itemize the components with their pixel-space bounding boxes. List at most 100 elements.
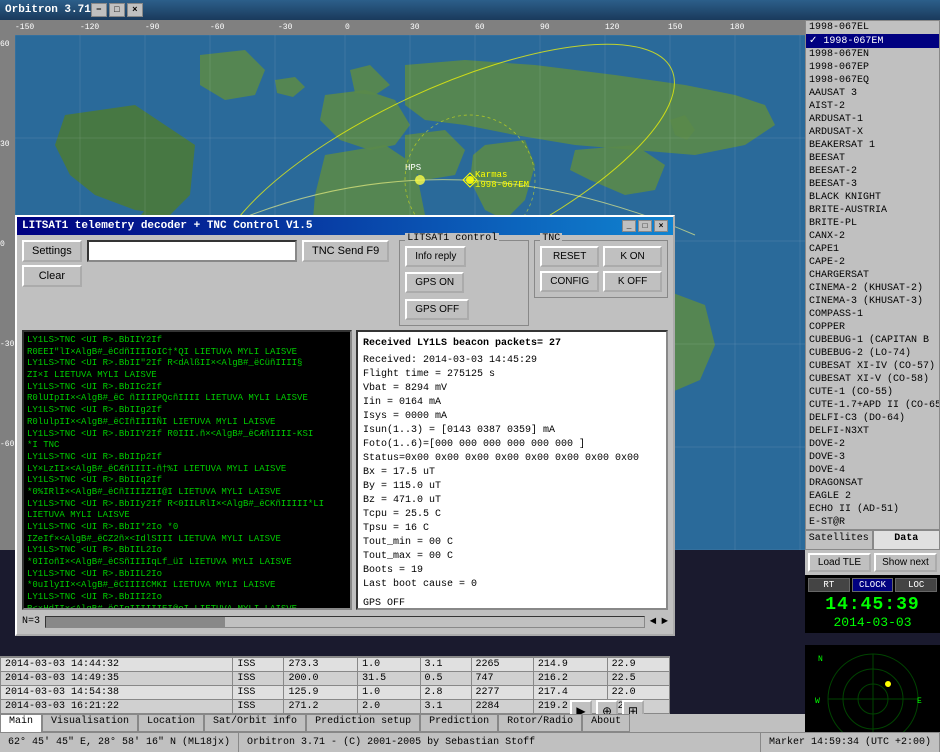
table-cell: 2.0 xyxy=(358,700,420,714)
reset-button[interactable]: RESET xyxy=(540,246,599,267)
sat-list-item[interactable]: AAUSAT 3 xyxy=(806,87,939,100)
sat-list-item[interactable]: 1998-067EQ xyxy=(806,74,939,87)
tnc-top-row: Settings Clear TNC Send F9 LITSAT1 contr… xyxy=(22,240,668,326)
maximize-button[interactable]: □ xyxy=(109,3,125,17)
tab-prediction[interactable]: Prediction xyxy=(420,714,498,732)
tab-data[interactable]: Data xyxy=(873,530,940,550)
settings-button[interactable]: Settings xyxy=(22,240,82,262)
config-button[interactable]: CONFIG xyxy=(540,271,599,292)
ruler-mark: -60 xyxy=(210,23,224,32)
ruler-mark: 90 xyxy=(540,23,550,32)
litsat-control-group: LITSAT1 control Info reply GPS ON GPS OF… xyxy=(399,240,529,326)
sat-list-item[interactable]: BEESAT-3 xyxy=(806,178,939,191)
scroll-arrow-right[interactable]: ► xyxy=(661,616,668,628)
scroll-arrow-left[interactable]: ◄ xyxy=(650,616,657,628)
sat-list-item[interactable]: BEAKERSAT 1 xyxy=(806,139,939,152)
table-cell: 0.5 xyxy=(420,672,471,686)
sat-list-item[interactable]: ECHO II (AD-51) xyxy=(806,503,939,516)
sat-list-item[interactable]: DOVE-3 xyxy=(806,451,939,464)
sat-list-item[interactable]: CAPE1 xyxy=(806,243,939,256)
show-next-button[interactable]: Show next xyxy=(874,553,937,572)
tab-sat-orbit-info[interactable]: Sat/Orbit info xyxy=(204,714,306,732)
sat-list-item[interactable]: CUBEBUG-2 (LO-74) xyxy=(806,347,939,360)
dialog-minimize[interactable]: _ xyxy=(622,220,636,232)
sat-list-item[interactable]: CAPE-2 xyxy=(806,256,939,269)
gps-off-button[interactable]: GPS OFF xyxy=(405,299,469,320)
sat-list-item[interactable]: COPPER xyxy=(806,321,939,334)
sat-list-item[interactable]: CANX-2 xyxy=(806,230,939,243)
sat-list-item[interactable]: ARDUSAT-X xyxy=(806,126,939,139)
svg-text:E: E xyxy=(917,697,922,706)
tab-main[interactable]: Main xyxy=(0,714,42,732)
sat-list-item[interactable]: 1998-067EL xyxy=(806,21,939,34)
table-cell: 22.5 xyxy=(607,672,669,686)
table-cell: 200.0 xyxy=(284,672,358,686)
tab-rt[interactable]: RT xyxy=(808,578,850,592)
sat-list-item[interactable]: AIST-2 xyxy=(806,100,939,113)
sat-list-item[interactable]: DELFI-N3XT xyxy=(806,425,939,438)
table-cell: 216.2 xyxy=(533,672,607,686)
ruler-mark: 0 xyxy=(345,23,350,32)
dialog-close[interactable]: × xyxy=(654,220,668,232)
minimize-button[interactable]: − xyxy=(91,3,107,17)
k-off-button[interactable]: K OFF xyxy=(603,271,662,292)
sat-list-item[interactable]: CUBESAT XI-IV (CO-57) xyxy=(806,360,939,373)
sat-list-item[interactable]: CUTE-1 (CO-55) xyxy=(806,386,939,399)
tab-loc[interactable]: LOC xyxy=(895,578,937,592)
load-tle-button[interactable]: Load TLE xyxy=(808,553,871,572)
table-row[interactable]: 2014-03-03 14:44:32ISS273.31.03.12265214… xyxy=(1,658,670,672)
tnc-send-button[interactable]: TNC Send F9 xyxy=(302,240,389,262)
table-cell: 3.1 xyxy=(420,700,471,714)
sat-list-item[interactable]: 1998-067EN xyxy=(806,48,939,61)
window-buttons: − □ × xyxy=(91,3,143,17)
svg-text:HPS: HPS xyxy=(405,163,421,173)
sat-list-item[interactable]: ARDUSAT-1 xyxy=(806,113,939,126)
top-ruler: -150 -120 -90 -60 -30 0 30 60 90 120 150… xyxy=(0,20,805,35)
ruler-mark: -90 xyxy=(145,23,159,32)
sat-list-item[interactable]: EAGLE 2 xyxy=(806,490,939,503)
satellite-list[interactable]: 1998-067EL ✓ 1998-067EM 1998-067EN 1998-… xyxy=(805,20,940,530)
sat-list-item[interactable]: E-ST@R xyxy=(806,516,939,529)
sat-list-item[interactable]: DOVE-4 xyxy=(806,464,939,477)
table-row[interactable]: 2014-03-03 14:54:38ISS125.91.02.82277217… xyxy=(1,686,670,700)
ruler-mark: -30 xyxy=(278,23,292,32)
sat-list-item[interactable]: BRITE-AUSTRIA xyxy=(806,204,939,217)
sat-list-item[interactable]: BRITE-PL xyxy=(806,217,939,230)
sat-list-item[interactable]: BEESAT xyxy=(806,152,939,165)
sat-list-item-selected[interactable]: ✓ 1998-067EM xyxy=(806,34,939,48)
sat-list-item[interactable]: CINEMA-2 (KHUSAT-2) xyxy=(806,282,939,295)
sat-list-item[interactable]: CUBEBUG-1 (CAPITAN B xyxy=(806,334,939,347)
sat-list-item[interactable]: BEESAT-2 xyxy=(806,165,939,178)
gps-on-button[interactable]: GPS ON xyxy=(405,272,464,293)
tab-visualisation[interactable]: Visualisation xyxy=(42,714,138,732)
tnc-scrollbar[interactable] xyxy=(45,616,645,628)
left-ruler-mark: -60 xyxy=(0,440,14,449)
tab-clock[interactable]: CLOCK xyxy=(852,578,894,592)
sat-list-item[interactable]: CUBESAT XI-V (CO-58) xyxy=(806,373,939,386)
table-row[interactable]: 2014-03-03 14:49:35ISS200.031.50.5747216… xyxy=(1,672,670,686)
sat-list-item[interactable]: CHARGERSAT xyxy=(806,269,939,282)
sat-list-item[interactable]: DOVE-2 xyxy=(806,438,939,451)
sat-list-item[interactable]: DELFI-C3 (DO-64) xyxy=(806,412,939,425)
tnc-group-label: TNC xyxy=(540,233,562,244)
tab-satellites[interactable]: Satellites xyxy=(805,530,873,550)
sat-list-item[interactable]: CUTE-1.7+APD II (CO-65) xyxy=(806,399,939,412)
info-reply-button[interactable]: Info reply xyxy=(405,246,466,267)
sat-list-item[interactable]: BLACK KNIGHT xyxy=(806,191,939,204)
sat-list-item[interactable]: DRAGONSAT xyxy=(806,477,939,490)
telem-gps-off: GPS OFF xyxy=(363,597,661,610)
tab-about[interactable]: About xyxy=(582,714,630,732)
tab-rotor-radio[interactable]: Rotor/Radio xyxy=(498,714,582,732)
clear-button[interactable]: Clear xyxy=(22,265,82,287)
telem-isun: Isun(1..3) = [0143 0387 0359] mA xyxy=(363,424,661,438)
dialog-maximize[interactable]: □ xyxy=(638,220,652,232)
close-button[interactable]: × xyxy=(127,3,143,17)
k-on-button[interactable]: K ON xyxy=(603,246,662,267)
sat-list-item[interactable]: 1998-067EP xyxy=(806,61,939,74)
sat-list-item[interactable]: CINEMA-3 (KHUSAT-3) xyxy=(806,295,939,308)
tab-location[interactable]: Location xyxy=(138,714,204,732)
tnc-terminal[interactable]: LY1LS>TNC <UI R>.BbIIY2If R0EEI"lI×AlgB#… xyxy=(22,330,352,610)
sat-list-item[interactable]: COMPASS-1 xyxy=(806,308,939,321)
telem-bx: Bx = 17.5 uT xyxy=(363,466,661,480)
tab-prediction-setup[interactable]: Prediction setup xyxy=(306,714,420,732)
